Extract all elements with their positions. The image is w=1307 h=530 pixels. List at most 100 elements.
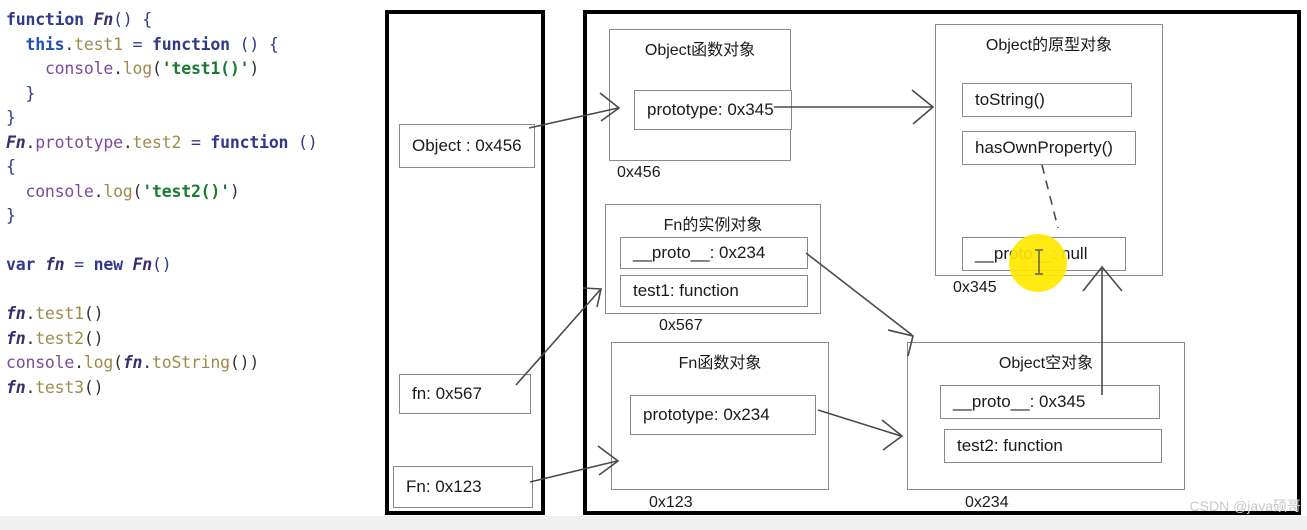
heap-addr-0x456: 0x456 [617, 164, 661, 181]
heap-object-Object-empty-title: Object空对象 [998, 355, 1094, 372]
code-token: function [6, 10, 94, 29]
code-token: () [288, 132, 318, 152]
code-token: fn [6, 377, 26, 397]
code-token: . [93, 181, 104, 201]
code-token: () [83, 377, 104, 397]
prop-hasOwnProperty[interactable]: hasOwnProperty() [962, 131, 1136, 165]
prop-prototype-0x234[interactable]: prototype: 0x234 [630, 395, 816, 435]
heap-object-Object-function-title: Object函数对象 [644, 42, 756, 59]
code-token: . [25, 328, 36, 348]
code-token: 'test2()' [142, 181, 230, 201]
code-token: test2 [132, 132, 182, 152]
prop-toString-label: toString() [975, 90, 1045, 109]
code-token: . [113, 59, 123, 78]
heap-addr-0x567: 0x567 [659, 317, 703, 334]
stack-var-object-label: Object : 0x456 [412, 136, 522, 155]
code-token: log [122, 59, 153, 78]
prop-proto-0x234[interactable]: __proto__: 0x234 [620, 237, 808, 269]
code-token: test1 [35, 304, 84, 323]
code-token: Fn [93, 10, 114, 29]
prop-test2-function-label: test2: function [957, 436, 1063, 455]
code-token: var [6, 255, 45, 274]
heap-object-Object-prototype-title: Object的原型对象 [985, 37, 1113, 54]
prop-hasOwnProperty-label: hasOwnProperty() [975, 138, 1113, 157]
heap-object-Fn-function-title: Fn函数对象 [678, 355, 762, 372]
code-token: log [103, 181, 133, 201]
code-token: ) [249, 59, 260, 78]
text-ibeam-cursor [1035, 249, 1043, 275]
code-token: test2 [35, 328, 84, 348]
prop-test2-function[interactable]: test2: function [944, 429, 1162, 463]
code-token: this [25, 34, 65, 54]
code-token: fn [6, 304, 26, 323]
code-token: new [93, 255, 133, 274]
code-token: = [122, 34, 153, 54]
heap-panel: Object函数对象 prototype: 0x345 0x456 Fn的实例对… [583, 10, 1301, 515]
stack-var-fn[interactable]: fn: 0x567 [399, 374, 531, 414]
code-token: Fn [132, 255, 153, 274]
prop-prototype-0x345[interactable]: prototype: 0x345 [634, 90, 792, 130]
code-token: ( [113, 353, 123, 372]
code-token: log [83, 353, 114, 372]
stack-panel: Object : 0x456 fn: 0x567 Fn: 0x123 [385, 10, 545, 515]
prop-proto-0x234-label: __proto__: 0x234 [633, 243, 766, 262]
code-line: console.log('test1()') [6, 57, 378, 82]
code-line: Fn.prototype.test2 = function () [6, 131, 378, 156]
code-token: = [181, 132, 211, 152]
code-line: } [6, 106, 378, 131]
prop-proto-0x345[interactable]: __proto__: 0x345 [940, 385, 1160, 419]
stack-var-Fn[interactable]: Fn: 0x123 [393, 466, 533, 508]
code-editor-pane[interactable]: function Fn() { this.test1 = function ()… [0, 0, 378, 515]
code-token: } [6, 206, 16, 225]
code-line: var fn = new Fn() [6, 253, 378, 278]
heap-object-Fn-function[interactable]: Fn函数对象 prototype: 0x234 [611, 342, 829, 490]
code-line: console.log('test2()') [6, 180, 378, 205]
code-token: ( [152, 59, 162, 78]
code-token: () [152, 255, 172, 274]
code-token: prototype [35, 132, 123, 152]
code-line: function Fn() { [6, 8, 378, 33]
code-lines: function Fn() { this.test1 = function ()… [6, 8, 378, 400]
code-token: . [74, 353, 84, 372]
bottom-strip [0, 516, 1307, 530]
code-line: fn.test2() [6, 327, 378, 352]
stack-var-fn-label: fn: 0x567 [412, 384, 482, 403]
heap-object-Object-function[interactable]: Object函数对象 prototype: 0x345 [609, 29, 792, 161]
stack-var-Fn-label: Fn: 0x123 [406, 477, 482, 496]
code-line: console.log(fn.toString()) [6, 351, 378, 376]
code-line: fn.test3() [6, 376, 378, 401]
code-token: . [25, 132, 36, 152]
code-token: test3 [35, 377, 84, 397]
code-token: . [142, 353, 153, 372]
prop-prototype-0x345-label: prototype: 0x345 [647, 100, 774, 119]
code-token: () [83, 328, 104, 348]
code-token: ( [132, 181, 143, 201]
code-token: } [6, 108, 16, 127]
code-token: fn [44, 255, 65, 274]
prop-test1-function[interactable]: test1: function [620, 275, 808, 307]
code-token: { [6, 157, 16, 176]
code-token: function [210, 132, 289, 152]
code-token: console [6, 353, 75, 372]
heap-object-Object-empty[interactable]: Object空对象 __proto__: 0x345 test2: functi… [907, 342, 1185, 490]
code-token: . [122, 132, 133, 152]
code-line: { [6, 155, 378, 180]
code-token: 'test1()' [161, 59, 250, 78]
code-line: this.test1 = function () { [6, 33, 378, 58]
heap-object-Fn-instance[interactable]: Fn的实例对象 __proto__: 0x234 test1: function [605, 204, 821, 314]
prop-toString[interactable]: toString() [962, 83, 1132, 117]
code-line: } [6, 82, 378, 107]
heap-addr-0x345: 0x345 [953, 279, 997, 296]
code-token: = [64, 255, 94, 274]
prop-prototype-0x234-label: prototype: 0x234 [643, 405, 770, 424]
code-token: () { [113, 10, 153, 29]
prop-test1-function-label: test1: function [633, 281, 739, 300]
code-token: function [152, 34, 230, 54]
stack-var-object[interactable]: Object : 0x456 [399, 124, 535, 168]
code-token: . [25, 377, 36, 397]
code-line: fn.test1() [6, 302, 378, 327]
heap-object-Fn-instance-title: Fn的实例对象 [663, 217, 763, 234]
